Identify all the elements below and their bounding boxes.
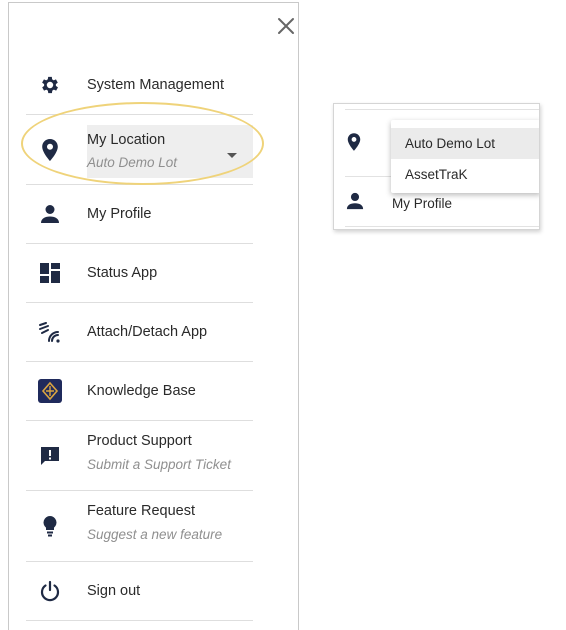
menu-item-feature-request[interactable]: Feature Request Suggest a new feature: [26, 491, 253, 562]
menu-item-label: Status App: [87, 265, 158, 281]
menu-item-label: Product Support: [87, 433, 192, 449]
location-label: My Location: [87, 132, 166, 148]
divider: [345, 226, 539, 227]
knowledge-base-logo-icon: [38, 379, 62, 403]
menu-item-knowledge-base[interactable]: Knowledge Base: [26, 362, 253, 421]
menu-item-label: Sign out: [87, 583, 141, 599]
location-option-assettrak[interactable]: AssetTraK: [391, 159, 539, 190]
signal-waves-icon: [38, 320, 62, 344]
dashboard-icon: [38, 261, 62, 285]
divider: [345, 109, 539, 110]
menu-item-sublabel: Submit a Support Ticket: [87, 457, 231, 472]
location-pin-icon: [346, 132, 362, 157]
power-icon: [38, 579, 62, 603]
close-button[interactable]: [275, 15, 297, 37]
menu-item-label: Knowledge Base: [87, 383, 196, 399]
feedback-icon: [38, 444, 62, 468]
gear-icon: [38, 73, 62, 97]
location-select[interactable]: My Location Auto Demo Lot: [87, 125, 253, 178]
location-pin-icon: [38, 138, 62, 162]
location-options-list: Auto Demo Lot AssetTraK: [391, 120, 539, 193]
menu-item-system-management[interactable]: System Management: [26, 56, 253, 115]
location-dropdown-preview: My Profile Auto Demo Lot AssetTraK: [333, 103, 540, 230]
menu-item-sign-out[interactable]: Sign out: [26, 562, 253, 621]
my-profile-label[interactable]: My Profile: [392, 196, 452, 211]
person-icon: [38, 202, 62, 226]
navigation-menu-panel: System Management My Location Auto Demo …: [8, 2, 299, 630]
menu-item-label: Attach/Detach App: [87, 324, 208, 340]
menu-item-my-location: My Location Auto Demo Lot: [26, 115, 253, 185]
menu-item-attach-detach-app[interactable]: Attach/Detach App: [26, 303, 253, 362]
person-icon: [346, 192, 364, 215]
menu-item-label: My Profile: [87, 206, 152, 222]
menu-item-status-app[interactable]: Status App: [26, 244, 253, 303]
location-option-auto-demo-lot[interactable]: Auto Demo Lot: [391, 128, 539, 159]
lightbulb-icon: [38, 514, 62, 538]
location-selected-value: Auto Demo Lot: [87, 155, 178, 170]
menu-item-label: Feature Request: [87, 503, 196, 519]
menu-item-sublabel: Suggest a new feature: [87, 527, 223, 542]
caret-down-icon: [227, 153, 237, 158]
menu-item-my-profile[interactable]: My Profile: [26, 185, 253, 244]
menu-item-product-support[interactable]: Product Support Submit a Support Ticket: [26, 421, 253, 491]
close-icon: [278, 18, 294, 34]
menu-item-label: System Management: [87, 77, 225, 93]
